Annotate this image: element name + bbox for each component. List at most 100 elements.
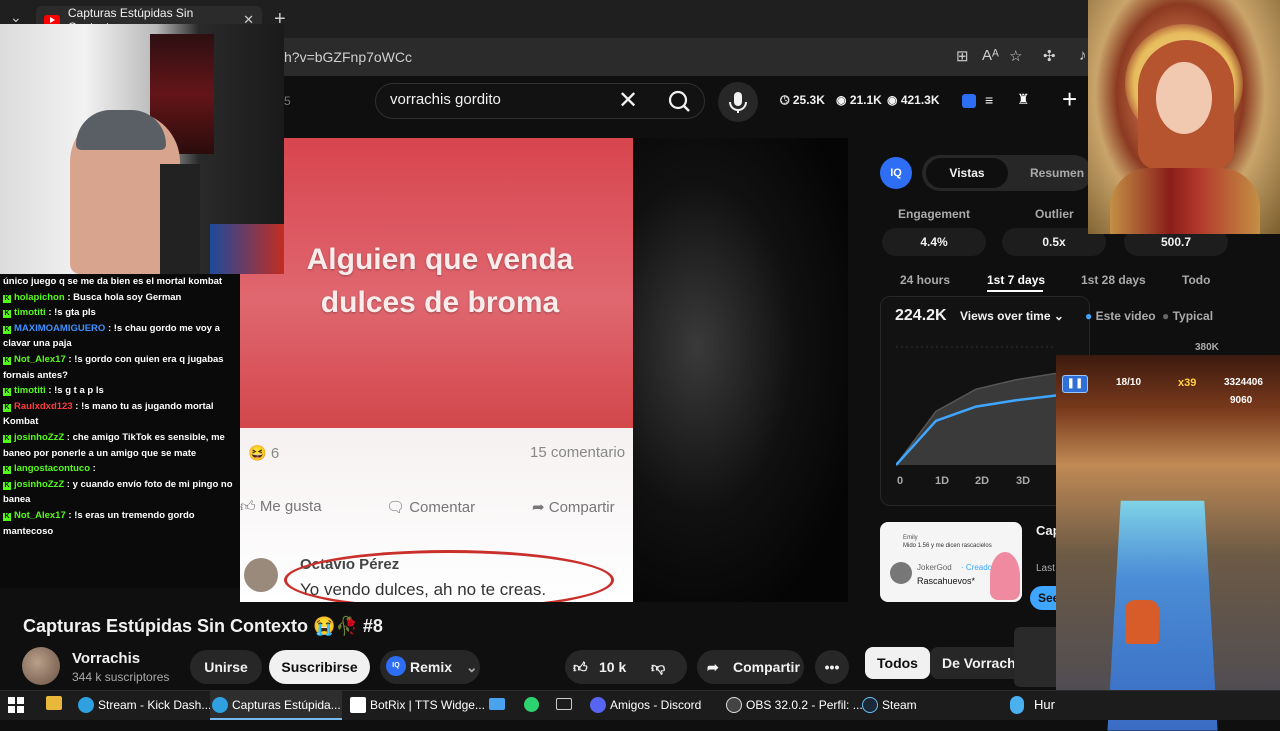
- game-score: 3324406: [1224, 377, 1263, 388]
- chat-username[interactable]: Not_Alex17: [14, 354, 66, 365]
- chat-message: K Raulxdxd123 : !s mano tu as jugando mor…: [3, 399, 237, 430]
- iq-logo: IQ: [880, 157, 912, 189]
- card-user-1: Emily: [903, 535, 918, 541]
- terminal-icon[interactable]: [556, 698, 572, 710]
- like-count: 10 k: [599, 659, 627, 675]
- legend-dot-icon: ●: [1162, 309, 1170, 323]
- views-selector[interactable]: Views over time ⌄: [960, 309, 1064, 323]
- legend-label: Typical: [1172, 309, 1214, 323]
- chat-username[interactable]: timotiti: [14, 307, 46, 318]
- range-24h[interactable]: 24 hours: [900, 273, 950, 287]
- reactions-count: 😆 6: [248, 444, 279, 462]
- views-total: 224.2K: [895, 307, 947, 324]
- tab-vistas[interactable]: Vistas: [926, 158, 1008, 188]
- chat-text: : Busca hola soy German: [67, 291, 182, 303]
- chat-text: : !s gta pls: [48, 307, 96, 319]
- steam-logo-icon: [1014, 627, 1058, 687]
- channel-avatar[interactable]: [22, 647, 60, 685]
- search-button[interactable]: [655, 83, 705, 119]
- taskbar-item-discord[interactable]: Amigos - Discord: [588, 690, 718, 720]
- active-range-indicator: [987, 290, 1043, 292]
- views-stat: ◉ 21.1K: [836, 93, 882, 107]
- kick-badge-icon: K: [3, 294, 11, 303]
- comments-count: 15 comentario: [530, 444, 626, 461]
- chat-username[interactable]: langostacontuco: [14, 463, 90, 474]
- kick-badge-icon: K: [3, 466, 11, 475]
- discord-icon: [590, 697, 606, 713]
- taskbar-label: Amigos - Discord: [610, 698, 702, 712]
- range-28-days[interactable]: 1st 28 days: [1081, 273, 1146, 287]
- chevron-down-icon: ⌄: [465, 659, 478, 675]
- extensions-icon[interactable]: ✣: [1043, 47, 1056, 65]
- subscribe-button[interactable]: Suscribirse: [269, 650, 370, 684]
- remix-iq-icon: IQ: [386, 656, 406, 676]
- microphone-arm: [160, 164, 200, 274]
- comment-icon: 🗨︎: [386, 499, 406, 516]
- iq-icon[interactable]: [962, 94, 976, 108]
- fb-comment: 🗨︎ Comentar: [386, 498, 475, 516]
- highlight-circle: [284, 550, 614, 602]
- range-7-days[interactable]: 1st 7 days: [987, 273, 1045, 287]
- more-actions-icon[interactable]: •••: [815, 650, 849, 684]
- more-icon[interactable]: ♪: [1079, 47, 1087, 64]
- range-all[interactable]: Todo: [1182, 273, 1210, 287]
- url-field[interactable]: h?v=bGZFnp7oWCc: [240, 44, 940, 70]
- like-button[interactable]: 👍︎ 10 k 👎︎: [565, 650, 687, 684]
- taskbar-item-kick[interactable]: Stream - Kick Dash...: [76, 690, 211, 720]
- search-input[interactable]: vorrachis gordito: [390, 91, 501, 108]
- stat-value: 421.3K: [900, 93, 940, 107]
- taskbar-label: Capturas Estúpida...: [232, 698, 341, 712]
- legend-este-video: ● Este video: [1085, 309, 1156, 323]
- clear-search-icon[interactable]: ✕: [618, 86, 638, 115]
- chat-username[interactable]: MAXIMOAMIGUERO: [14, 323, 105, 334]
- chat-username[interactable]: Not_Alex17: [14, 510, 66, 521]
- share-button[interactable]: ➦ Compartir: [697, 650, 804, 684]
- weather-icon[interactable]: [1010, 696, 1024, 714]
- chat-message: Ktimotiti : !s gta pls: [3, 305, 237, 321]
- thumbs-down-icon[interactable]: 👎︎: [651, 650, 665, 684]
- apps-icon[interactable]: ⊞: [956, 47, 969, 65]
- kick-badge-icon: K: [3, 403, 11, 412]
- join-button[interactable]: Unirse: [190, 650, 262, 684]
- taskbar-item-steam[interactable]: Steam: [860, 690, 980, 720]
- edge-icon: [212, 697, 228, 713]
- chat-username[interactable]: Raulxdxd123: [14, 401, 73, 412]
- metric-value-engagement: 4.4%: [882, 228, 986, 256]
- kick-badge-icon: K: [3, 325, 11, 334]
- chat-username[interactable]: josinhoZzZ: [14, 432, 64, 443]
- chat-message: KjosinhoZzZ : y cuando envío foto de mi …: [3, 477, 237, 508]
- metric-label-engagement: Engagement: [898, 207, 971, 221]
- game-runner: [1125, 600, 1159, 644]
- chat-message: K Not_Alex17 : !s eras un tremendo gordo …: [3, 508, 237, 539]
- typical-range-area: [896, 373, 1056, 465]
- share-icon: ➦: [707, 659, 719, 675]
- portrait-robe: [1110, 168, 1260, 234]
- windows-start-icon[interactable]: [8, 697, 24, 713]
- voice-search-button[interactable]: [718, 82, 758, 122]
- laugh-reaction-icon: 😆: [248, 445, 267, 462]
- taskbar-item-botrix[interactable]: BotRix | TTS Widge...: [348, 690, 485, 720]
- fb-like-label: Me gusta: [259, 498, 322, 515]
- mail-icon[interactable]: [489, 698, 505, 710]
- legend-label: Este video: [1095, 309, 1156, 323]
- x-label-3d: 3D: [1016, 475, 1031, 487]
- video-player[interactable]: Alguien que venda dulces de broma 😆 6 15…: [240, 138, 848, 602]
- trophy-icon[interactable]: ♜: [1017, 91, 1030, 108]
- partial-badge: 5: [284, 94, 291, 108]
- list-icon[interactable]: ≡: [985, 92, 993, 108]
- create-icon[interactable]: +: [1062, 84, 1077, 115]
- taskbar-item-obs[interactable]: OBS 32.0.2 - Perfil: ...: [724, 690, 863, 720]
- channel-name[interactable]: Vorrachis: [72, 650, 140, 667]
- favorite-icon[interactable]: ☆: [1009, 47, 1022, 65]
- read-aloud-icon[interactable]: Aᴬ: [982, 47, 999, 64]
- x-label-2d: 2D: [975, 475, 990, 487]
- whatsapp-icon[interactable]: [524, 697, 539, 712]
- chat-username[interactable]: timotiti: [14, 385, 46, 396]
- taskbar-item-youtube[interactable]: Capturas Estúpida...: [210, 690, 342, 720]
- file-explorer-icon[interactable]: [46, 696, 62, 710]
- chip-todos[interactable]: Todos: [865, 647, 930, 679]
- share-icon: ➦: [532, 499, 545, 516]
- tab-resumen[interactable]: Resumen: [1030, 166, 1084, 180]
- chat-username[interactable]: holapichon: [14, 292, 65, 303]
- chat-username[interactable]: josinhoZzZ: [14, 479, 64, 490]
